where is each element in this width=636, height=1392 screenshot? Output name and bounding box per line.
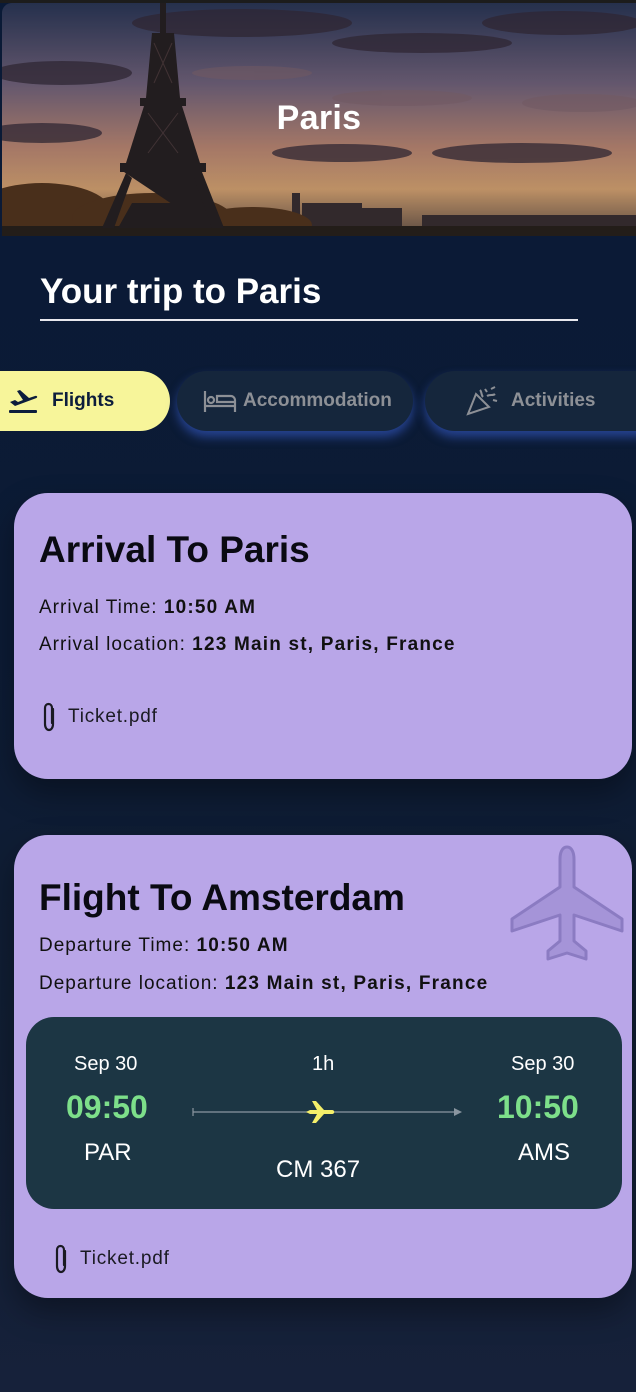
tab-accommodation-label: Accommodation [243, 390, 392, 411]
paperclip-icon [50, 1243, 72, 1275]
title-underline [40, 319, 578, 321]
paperclip-icon [38, 701, 60, 733]
arrival-location-label: Arrival location: [39, 634, 193, 655]
ticket-attachment[interactable]: Ticket.pdf [38, 701, 158, 733]
departure-time-big: 09:50 [66, 1089, 148, 1125]
departure-date: Sep 30 [74, 1053, 138, 1075]
tab-flights-label: Flights [52, 390, 115, 411]
arrival-time-label: Arrival Time: [39, 597, 164, 618]
arrival-time: Arrival Time: 10:50 AM [39, 597, 256, 619]
flight-number: CM 367 [276, 1156, 361, 1183]
flight-card[interactable]: Flight To Amsterdam Departure Time: 10:5… [14, 835, 632, 1298]
arrival-card[interactable]: Arrival To Paris Arrival Time: 10:50 AM … [14, 493, 632, 779]
route-line [192, 1101, 462, 1123]
departure-time-label: Departure Time: [39, 935, 197, 956]
attachment-name: Ticket.pdf [68, 706, 158, 727]
hero-banner: Paris [2, 3, 636, 236]
party-popper-icon [465, 386, 499, 416]
departure-time-value: 10:50 AM [196, 935, 289, 956]
tab-flights[interactable]: Flights [0, 371, 170, 431]
flight-details-box[interactable]: Sep 30 09:50 PAR 1h CM 367 Sep 30 10:50 … [26, 1017, 622, 1209]
bed-icon [203, 386, 237, 416]
card-title: Flight To Amsterdam [39, 877, 405, 918]
departure-location-value: 123 Main st, Paris, France [224, 973, 489, 994]
airplane-icon [504, 843, 630, 961]
plane-departure-icon [6, 386, 40, 416]
card-title: Arrival To Paris [39, 529, 310, 570]
route-plane-icon [306, 1101, 335, 1123]
arrival-time-value: 10:50 AM [163, 597, 257, 618]
departure-airport-code: PAR [84, 1139, 132, 1166]
hero-title: Paris [276, 99, 362, 137]
arrival-location-value: 123 Main st, Paris, France [192, 634, 456, 655]
app-screen: Paris Your trip to Paris Flights Accommo… [0, 0, 636, 1392]
arrival-location: Arrival location: 123 Main st, Paris, Fr… [39, 634, 456, 656]
arrival-date: Sep 30 [511, 1053, 575, 1075]
tab-accommodation[interactable]: Accommodation [177, 371, 413, 431]
arrival-time-big: 10:50 [497, 1089, 579, 1125]
tab-activities-label: Activities [511, 390, 596, 411]
page-title: Your trip to Paris [40, 272, 322, 311]
ticket-attachment[interactable]: Ticket.pdf [50, 1243, 170, 1275]
arrival-airport-code: AMS [518, 1139, 571, 1166]
flight-duration: 1h [312, 1053, 335, 1075]
tab-activities[interactable]: Activities [425, 371, 636, 431]
departure-location: Departure location: 123 Main st, Paris, … [39, 973, 488, 995]
departure-location-label: Departure location: [39, 973, 225, 994]
attachment-name: Ticket.pdf [80, 1248, 170, 1269]
departure-time: Departure Time: 10:50 AM [39, 935, 289, 957]
